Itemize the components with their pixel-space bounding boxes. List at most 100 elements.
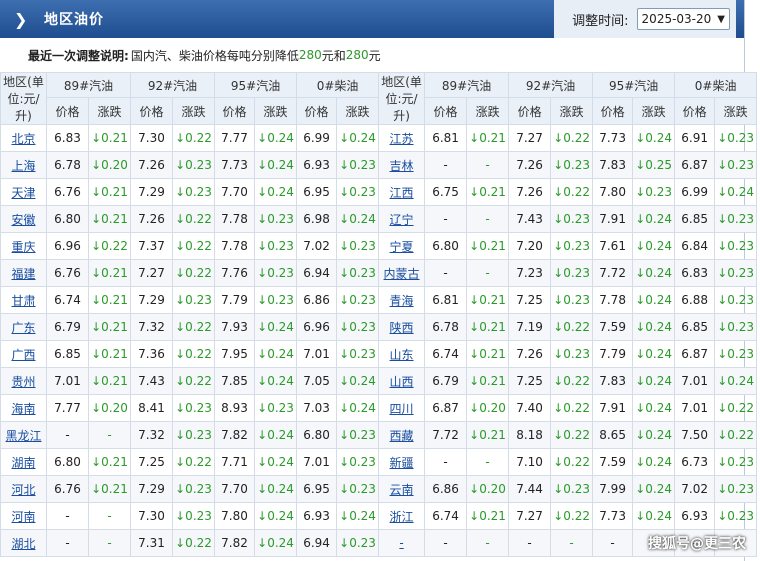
region-link[interactable]: 青海 — [378, 286, 426, 314]
price-cell: 6.85 — [46, 340, 89, 368]
price-cell: 7.85 — [214, 367, 256, 395]
price-change-cell: ↓0.24 — [632, 340, 676, 368]
price-cell: 6.76 — [46, 475, 89, 503]
price-change-cell: ↓0.23 — [714, 124, 758, 152]
price-change-cell: ↓0.23 — [172, 502, 216, 530]
price-change-cell: ↓0.22 — [172, 313, 216, 341]
price-cell: 6.98 — [296, 205, 338, 233]
price-cell: 7.83 — [592, 367, 634, 395]
price-change-cell: ↓0.24 — [632, 205, 676, 233]
price-change-cell: ↓0.24 — [632, 448, 676, 476]
price-cell: 6.95 — [296, 178, 338, 206]
price-cell: 7.78 — [592, 286, 634, 314]
region-link[interactable]: 四川 — [378, 394, 426, 422]
price-change-cell: ↓0.22 — [714, 394, 758, 422]
price-change-cell: ↓0.23 — [336, 178, 380, 206]
price-cell: 7.95 — [214, 340, 256, 368]
price-change-cell: ↓0.23 — [172, 394, 216, 422]
price-cell: 6.87 — [674, 340, 716, 368]
price-change-cell: ↓0.23 — [336, 259, 380, 287]
price-header: 价格 — [592, 97, 634, 125]
watermark: 搜狐号@更三农 — [648, 536, 746, 552]
region-link: - — [378, 529, 426, 557]
price-change-cell: ↓0.23 — [550, 205, 594, 233]
price-change-cell: ↓0.22 — [550, 394, 594, 422]
region-link[interactable]: 河北 — [0, 475, 47, 503]
region-link[interactable]: 辽宁 — [378, 205, 426, 233]
region-link[interactable]: 云南 — [378, 475, 426, 503]
region-link[interactable]: 贵州 — [0, 367, 47, 395]
region-link[interactable]: 陕西 — [378, 313, 426, 341]
price-change-cell: ↓0.24 — [254, 151, 298, 179]
region-link[interactable]: 黑龙江 — [0, 421, 47, 449]
region-link[interactable]: 江苏 — [378, 124, 426, 152]
price-change-cell: ↓0.22 — [172, 367, 216, 395]
region-link[interactable]: 浙江 — [378, 502, 426, 530]
price-cell: 7.76 — [214, 259, 256, 287]
region-link[interactable]: 湖南 — [0, 448, 47, 476]
price-cell: 7.72 — [424, 421, 468, 449]
price-change-cell: ↓0.24 — [632, 475, 676, 503]
region-link[interactable]: 甘肃 — [0, 286, 47, 314]
price-change-cell: ↓0.22 — [172, 529, 216, 557]
region-link[interactable]: 湖北 — [0, 529, 47, 557]
region-link[interactable]: 上海 — [0, 151, 47, 179]
region-link[interactable]: 河南 — [0, 502, 47, 530]
region-link[interactable]: 广西 — [0, 340, 47, 368]
fuel-header: 89#汽油 — [424, 72, 510, 98]
price-change-cell: ↓0.23 — [714, 286, 758, 314]
price-change-cell: ↓0.23 — [336, 151, 380, 179]
price-change-cell: ↓0.22 — [550, 448, 594, 476]
price-header: 价格 — [508, 97, 552, 125]
price-cell: 7.80 — [592, 178, 634, 206]
price-cell: 6.80 — [296, 421, 338, 449]
region-link[interactable]: 福建 — [0, 259, 47, 287]
price-change-cell: ↓0.22 — [550, 367, 594, 395]
price-change-cell: ↓0.23 — [172, 178, 216, 206]
price-cell: 6.75 — [424, 178, 468, 206]
price-cell: - — [424, 259, 468, 287]
region-link[interactable]: 天津 — [0, 178, 47, 206]
adjust-date-select[interactable]: 2025-03-20 ▼ — [636, 8, 730, 30]
notice-text: 国内汽、柴油价格每吨分别降低 — [130, 48, 299, 63]
price-cell: 6.84 — [674, 232, 716, 260]
region-link[interactable]: 内蒙古 — [378, 259, 426, 287]
region-link[interactable]: 新疆 — [378, 448, 426, 476]
price-cell: - — [508, 529, 552, 557]
price-cell: 6.93 — [674, 502, 716, 530]
region-link[interactable]: 江西 — [378, 178, 426, 206]
fuel-header: 0#柴油 — [296, 72, 380, 98]
price-change-cell: ↓0.23 — [254, 394, 298, 422]
change-header: 涨跌 — [550, 97, 594, 125]
price-change-cell: ↓0.21 — [87, 448, 132, 476]
region-link[interactable]: 山东 — [378, 340, 426, 368]
price-change-cell: ↓0.23 — [336, 475, 380, 503]
region-link[interactable]: 吉林 — [378, 151, 426, 179]
price-cell: 7.10 — [508, 448, 552, 476]
price-cell: 7.26 — [508, 340, 552, 368]
region-link[interactable]: 重庆 — [0, 232, 47, 260]
price-change-cell: ↓0.22 — [550, 178, 594, 206]
table-row: 海南 7.77 ↓0.20 8.41 ↓0.23 8.93 ↓0.23 7.03 ↓0.24 四川… — [0, 394, 758, 422]
region-link[interactable]: 宁夏 — [378, 232, 426, 260]
price-cell: 6.86 — [424, 475, 468, 503]
price-change-cell: ↓0.24 — [714, 367, 758, 395]
price-change-cell: ↓0.23 — [550, 232, 594, 260]
region-link[interactable]: 山西 — [378, 367, 426, 395]
price-cell: 7.70 — [214, 475, 256, 503]
region-link[interactable]: 西藏 — [378, 421, 426, 449]
region-link[interactable]: 安徽 — [0, 205, 47, 233]
region-link[interactable]: 广东 — [0, 313, 47, 341]
price-cell: 6.93 — [296, 151, 338, 179]
table-row: 河南 - -7.30 ↓0.23 7.80 ↓0.24 6.93 ↓0.24 浙江 6.74 ↓0.… — [0, 502, 758, 530]
price-cell: 7.20 — [508, 232, 552, 260]
price-change-cell: ↓0.21 — [87, 367, 132, 395]
price-header: 价格 — [214, 97, 256, 125]
adjust-date-value: 2025-03-20 — [641, 12, 712, 26]
price-cell: 7.01 — [296, 340, 338, 368]
price-change-cell: ↓0.23 — [714, 313, 758, 341]
price-change-cell: ↓0.23 — [336, 448, 380, 476]
price-cell: 6.96 — [296, 313, 338, 341]
region-link[interactable]: 北京 — [0, 124, 47, 152]
region-link[interactable]: 海南 — [0, 394, 47, 422]
